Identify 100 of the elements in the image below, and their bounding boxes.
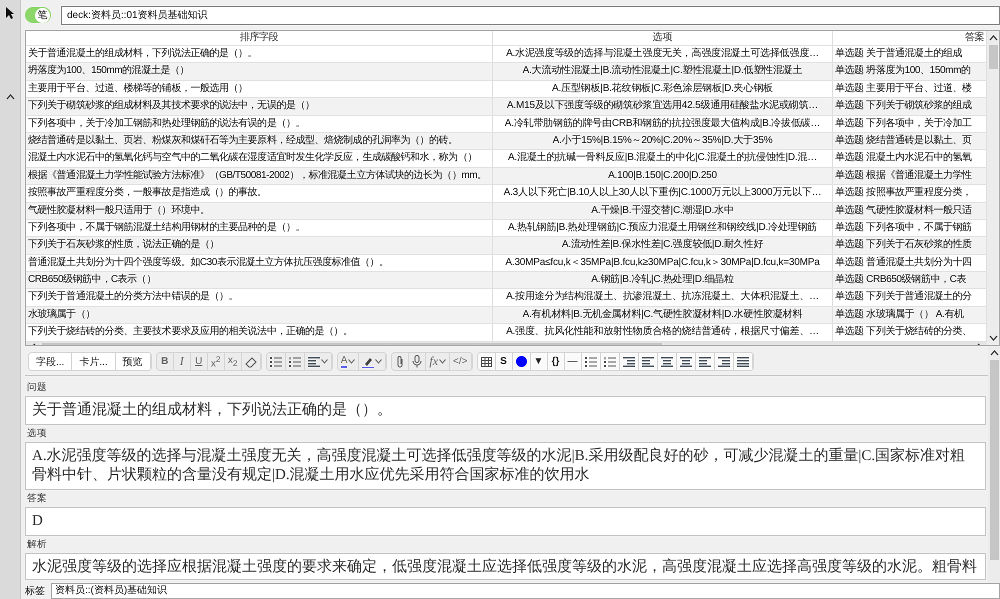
table-row[interactable]: 下列关于烧结砖的分类、主要技术要求及应用的相关说法中，正确的是（）。 A.强度、抗风化性能和放射性物质合格的烧结普通砖，根据尺寸偏差、… 单选题 下列关于烧结砖的分类、 [26,324,987,342]
align-center-button[interactable] [658,353,676,370]
table-cell: CRB650级钢筋中，C表示（） [26,272,493,288]
italic-button[interactable]: fx [426,353,450,370]
bold-button[interactable]: {} [548,353,564,370]
table-cell: A.热轧钢筋|B.热处理钢筋|C.预应力混凝土用钢丝和钢绞线|D.冷处理钢筋 [493,220,833,236]
color-button[interactable] [512,353,530,370]
table-row[interactable]: 气硬性胶凝材料一般只适用于（）环境中。 A.干燥|B.干湿交替|C.潮湿|D.水中 单选题 气硬性胶凝材料一般只适 [26,202,987,220]
search-field[interactable]: deck:资料员::01资料员基础知识 [61,6,1000,24]
text-field[interactable]: A.水泥强度等级的选择与混凝土强度无关，高强度混凝土可选择低强度等级的水泥|B.采用级配良好的砂，可减少混凝土的重量|C.国家标准对粗骨料中针、片状颗粒的含量没有规定|D.混凝土用水应优先采用符合国家标准的饮用水 [25,442,986,490]
table-cell: 按照事故严重程度分类，一般事故是指造成（）的事故。 [26,185,493,202]
table-cell: A.冷轧带肋钢筋的牌号由CRB和钢筋的抗拉强度最大值构成|B.冷拔低碳… [493,116,833,132]
underline-button[interactable]: U [190,353,208,370]
caret-up-icon[interactable] [990,350,998,356]
table-cell: 普通混凝土共划分为十四个强度等级。如C30表示混凝土立方体抗压强度标准值（）。 [26,254,493,272]
numbered-list-button[interactable] [600,353,620,370]
vertical-scrollbar[interactable] [988,346,1000,583]
numbered-list-button[interactable] [286,353,305,370]
align-left-button[interactable] [696,353,714,370]
format-button[interactable]: x$_{2}$ [224,353,242,370]
table-cell: 下列各项中，不属于钢筋混凝土结构用钢材的主要品种的是（）。 [26,220,493,236]
table-row[interactable]: 按照事故严重程度分类，一般事故是指造成（）的事故。 A.3人以下死亡|B.10人以上30人以下重伤|C.1000万元以上3000万元以下… 单选题 按照事故严重程度分类， [26,185,987,203]
tags-label: 标签 [25,584,45,598]
table-cell: 关于普通混凝土的组成材料，下列说法正确的是（）。 [26,46,493,62]
text-field[interactable]: 水泥强度等级的选择应根据混凝土强度的要求来确定，低强度混凝土应选择低强度等级的水泥，高强度混凝土应选择高强度等级的水泥。粗骨料 [25,553,986,580]
format-button[interactable]: </> [450,353,472,370]
align-center-button[interactable] [676,353,696,370]
caret-down-icon[interactable] [988,335,998,341]
indent-button[interactable] [620,353,638,370]
bullet-list-button[interactable] [582,353,600,370]
bullet-list-button[interactable] [266,353,286,370]
scrollbar-thumb[interactable] [988,45,998,69]
column-header[interactable]: 排序字段 [26,31,493,45]
toolbar-button[interactable]: 预览 [116,353,151,370]
text-field[interactable]: D [25,507,986,536]
table-row[interactable]: 烧结普通砖是以黏土、页岩、粉煤灰和煤矸石等为主要原料，经成型、焙烧制成的孔洞率为（）的砖。 A.小于15%|B.15%～20%|C.20%～35%|D.大于35% 单选题 烧结普通砖是以黏土、页 [26,132,987,150]
table-row[interactable]: 下列关于石灰砂浆的性质，说法正确的是（） A.流动性差|B.保水性差|C.强度较低|D.耐久性好 单选题 下列关于石灰砂浆的性质 [26,237,987,255]
text-color-button[interactable]: A [338,353,360,370]
outdent-button[interactable] [638,353,658,370]
table-row[interactable]: 下列各项中，关于冷加工钢筋和热处理钢筋的说法有误的是（）。 A.冷轧带肋钢筋的牌号由CRB和钢筋的抗拉强度最大值构成|B.冷拔低碳… 单选题 下列各项中，关于冷加工 [26,116,987,133]
table-cell: A.M15及以下强度等级的砌筑砂浆宜选用42.5级通用硅酸盐水泥或砌筑… [493,98,833,115]
table-row[interactable]: 下列各项中，不属于钢筋混凝土结构用钢材的主要品种的是（）。 A.热轧钢筋|B.热处理钢筋|C.预应力混凝土用钢丝和钢绞线|D.冷处理钢筋 单选题 下列各项中，不属于钢筋 [26,220,987,238]
table-cell: A.干燥|B.干湿交替|C.潮湿|D.水中 [493,202,833,219]
table-cell: A.压型钢板|B.花纹钢板|C.彩色涂层钢板|D.夹心钢板 [493,80,833,98]
justify-button[interactable] [734,353,752,370]
column-header[interactable]: 选项 [493,31,833,45]
attach-button[interactable] [392,353,410,370]
table-row[interactable]: 水玻璃属于（） A.有机材料|B.无机金属材料|C.气硬性胶凝材料|D.水硬性胶凝材料 单选题 水玻璃属于（） A.有机 [26,306,987,324]
table-row[interactable]: CRB650级钢筋中，C表示（） A.钢筋|B.冷轧|C.热处理|D.细晶粒 单选题 CRB650级钢筋中，C表 [26,272,987,290]
table-cell: 水玻璃属于（） [26,306,493,324]
table-row[interactable]: 普通混凝土共划分为十四个强度等级。如C30表示混凝土立方体抗压强度标准值（）。 A.30MPa≤fcu,k＜35MPa|B.fcu,k≥30MPa|C.fcu,k＞30MPa|D.fcu,k=30MPa 单选题 普通混凝土共划分为十四 [26,254,987,272]
pointer-icon[interactable] [5,6,15,20]
paperclip-icon [396,355,404,368]
format-button[interactable]: ▼ [530,353,548,370]
table-row[interactable]: 混凝土内水泥石中的氢氧化钙与空气中的二氧化碳在湿度适宜时发生化学反应，生成碳酸钙和水，称为（） A.混凝土的抗碱一骨料反应|B.混凝土的中化|C.混凝土的抗侵蚀性|D.混… 单选题 混凝土内水泥石中的氢氧 [26,150,987,168]
highlight-button[interactable] [359,353,386,370]
table-cell: A.混凝土的抗碱一骨料反应|B.混凝土的中化|C.混凝土的抗侵蚀性|D.混… [493,150,833,167]
table-row[interactable]: 关于普通混凝土的组成材料，下列说法正确的是（）。 A.水泥强度等级的选择与混凝土强度无关，高强度混凝土可选择低强度… 单选题 关于普通混凝土的组成 [26,46,987,64]
table-cell: A.强度、抗风化性能和放射性物质合格的烧结普通砖，根据尺寸偏差、… [493,324,833,341]
table-cell: 坍落度为100、150mm的混凝土是（） [26,63,493,80]
field-label: 问题 [26,381,48,395]
table-row[interactable]: 下列关于砌筑砂浆的组成材料及其技术要求的说法中，无误的是（） A.M15及以下强度等级的砌筑砂浆宜选用42.5级通用硅酸盐水泥或砌筑… 单选题 下列关于砌筑砂浆的组成 [26,98,987,116]
table-cell: A.钢筋|B.冷轧|C.热处理|D.细晶粒 [493,272,833,288]
italic-button[interactable]: I [174,353,191,370]
bold-button[interactable]: B [156,353,174,370]
toolbar-button[interactable]: 卡片... [72,353,116,370]
table-cell: A.按用途分为结构混凝土、抗渗混凝土、抗冻混凝土、大体积混凝土、… [493,289,833,306]
field-label: 解析 [26,538,48,552]
mode-toggle[interactable]: 笔 [25,7,51,23]
alignment-icon [308,356,320,366]
alignment-icon [660,356,672,366]
bullet-list-icon [270,356,282,366]
table-row[interactable]: 主要用于平台、过道、楼梯等的铺板，一般选用（） A.压型钢板|B.花纹钢板|C.彩色涂层钢板|D.夹心钢板 单选题 主要用于平台、过道、楼 [26,80,987,98]
tags-field[interactable]: 资料员::(资料员)基础知识 [51,583,1000,599]
bullet-list-icon [584,356,596,366]
align-button[interactable] [304,353,332,370]
scrollbar-thumb[interactable] [990,360,998,560]
toolbar-button[interactable]: 字段... [29,353,72,370]
clear-format-button[interactable] [242,353,261,370]
field-label: 选项 [26,427,48,441]
table-cell: 下列关于普通混凝土的分类方法中错误的是（）。 [26,289,493,306]
table-row[interactable]: 坍落度为100、150mm的混凝土是（） A.大流动性混凝土|B.流动性混凝土|C.塑性混凝土|D.低塑性混凝土 单选题 坍落度为100、150mm的 [26,63,987,81]
field-label: 答案 [26,492,48,506]
alignment-icon [698,356,710,366]
table-button[interactable] [478,353,496,370]
table-icon [480,356,492,366]
table-cell: A.30MPa≤fcu,k＜35MPa|B.fcu,k≥30MPa|C.fcu,k＞30MPa|D.fcu,k=30MPa [493,254,833,272]
format-button[interactable]: x$^{2}$ [208,353,225,370]
align-right-button[interactable] [714,353,734,370]
table-row[interactable]: 下列关于普通混凝土的分类方法中错误的是（）。 A.按用途分为结构混凝土、抗渗混凝土、抗冻混凝土、大体积混凝土、… 单选题 下列关于普通混凝土的分 [26,289,987,307]
caret-up-icon[interactable] [6,94,14,100]
text-field[interactable]: 关于普通混凝土的组成材料，下列说法正确的是（）。 [25,396,986,425]
caret-up-icon[interactable] [988,35,998,41]
strikethrough-button[interactable]: S [496,353,512,370]
table-row[interactable]: 根据《普通混凝土力学性能试验方法标准》（GB/T50081-2002），标准混凝土立方体试块的边长为（）mm。 A.100|B.150|C.200|D.250 单选题 根据《普通混凝土力学性 [26,168,987,186]
microphone-icon [412,355,422,368]
record-button[interactable] [409,353,426,370]
vertical-scrollbar[interactable] [987,31,999,345]
format-button[interactable]: — [564,353,582,370]
marker-icon [362,356,374,368]
